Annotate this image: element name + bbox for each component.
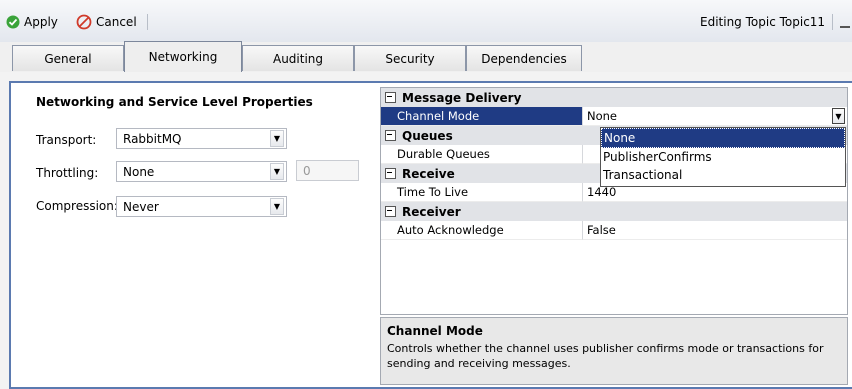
property-name: Time To Live [381,183,583,202]
compression-label: Compression: [36,199,118,213]
property-value[interactable]: False [583,221,847,240]
throttling-number-input[interactable]: 0 [296,160,359,181]
category-label: Receive [402,166,455,181]
transport-label: Transport: [36,133,97,147]
property-grid: Message Delivery Channel Mode None ▼ Que… [380,87,848,315]
tab-security[interactable]: Security [354,45,466,71]
category-message-delivery[interactable]: Message Delivery [381,88,847,107]
throttling-select[interactable]: None ▼ [116,161,287,182]
toolbar-separator [832,14,833,30]
property-name: Auto Acknowledge [381,221,583,240]
property-name: Channel Mode [381,107,583,126]
category-label: Message Delivery [402,90,522,105]
property-value[interactable]: None ▼ [583,107,847,126]
chevron-down-icon[interactable]: ▼ [270,130,284,147]
cancel-label: Cancel [96,15,137,29]
transport-value: RabbitMQ [123,131,182,146]
channel-mode-dropdown: None PublisherConfirms Transactional [600,127,846,187]
section-heading: Networking and Service Level Properties [36,95,313,109]
chevron-down-icon[interactable]: ▼ [832,108,845,124]
property-row-auto-acknowledge[interactable]: Auto Acknowledge False [381,221,847,240]
tab-general[interactable]: General [12,45,124,71]
chevron-down-icon[interactable]: ▼ [270,198,284,215]
cancel-button[interactable]: Cancel [76,13,137,31]
property-name: Durable Queues [381,145,583,164]
chevron-down-icon[interactable]: ▼ [270,163,284,180]
property-row-channel-mode[interactable]: Channel Mode None ▼ [381,107,847,126]
throttling-number: 0 [303,163,311,178]
check-circle-icon [6,15,20,29]
description-text: Controls whether the channel uses publis… [387,342,824,370]
compression-select[interactable]: Never ▼ [116,196,287,217]
throttling-value: None [123,164,155,179]
description-panel: Channel Mode Controls whether the channe… [380,317,848,385]
editing-status: Editing Topic Topic11 [700,15,826,29]
dropdown-option[interactable]: Transactional [601,166,845,184]
description-title: Channel Mode [387,324,483,338]
dropdown-option[interactable]: PublisherConfirms [601,148,845,166]
toolbar-separator [147,14,148,30]
collapse-icon[interactable] [385,168,396,179]
category-receiver[interactable]: Receiver [381,202,847,221]
category-label: Queues [402,128,453,143]
compression-value: Never [123,199,159,214]
tab-auditing[interactable]: Auditing [242,45,354,71]
collapse-icon[interactable] [385,92,396,103]
collapse-icon[interactable] [385,130,396,141]
category-label: Receiver [402,204,461,219]
apply-button[interactable]: Apply [6,13,58,31]
cancel-circle-icon [76,14,92,30]
tab-dependencies[interactable]: Dependencies [466,45,582,71]
transport-select[interactable]: RabbitMQ ▼ [116,128,287,149]
channel-mode-value: None [587,109,618,123]
collapse-icon[interactable] [385,206,396,217]
throttling-label: Throttling: [36,166,99,180]
dropdown-option[interactable]: None [601,128,845,148]
apply-label: Apply [24,15,58,29]
minimize-icon[interactable] [840,26,850,28]
tab-networking[interactable]: Networking [124,41,242,72]
